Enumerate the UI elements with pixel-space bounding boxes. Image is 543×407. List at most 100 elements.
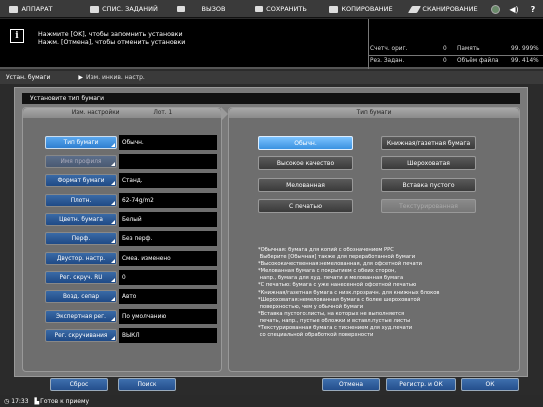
reserved-jobs-value: 0 <box>443 58 447 64</box>
machine-icon <box>9 5 19 13</box>
memory-value: 99. 999% <box>511 46 539 52</box>
corner-triangle-icon <box>111 201 115 205</box>
duplex-setting-button[interactable]: Двустор. настр. <box>45 252 117 265</box>
paper-type-button-label: Тип бумаги <box>63 139 99 146</box>
status-text: Готов к приему <box>40 397 90 405</box>
profile-name-button: Имя профиля <box>45 155 117 168</box>
paper-type-blank-insert-button[interactable]: Вставка пустого <box>381 178 476 192</box>
curl-adjust-ru-value: 0 <box>119 270 217 285</box>
divider <box>368 19 369 69</box>
scan-icon <box>408 5 422 13</box>
paper-type-header: Тип бумаги <box>229 108 519 118</box>
curl-adjust-value: ВЫКЛ <box>119 328 217 343</box>
reserved-jobs-label: Рез. Задан. <box>370 58 405 64</box>
corner-triangle-icon <box>111 239 115 243</box>
duplex-setting-button-label: Двустор. настр. <box>56 255 106 262</box>
breadcrumb-item-paper-setting[interactable]: Устан. бумаги <box>6 74 50 81</box>
corner-triangle-icon <box>111 143 115 147</box>
paper-type-coated-button[interactable]: Мелованная <box>258 178 353 192</box>
clock-icon: ◷ <box>4 397 10 405</box>
status-bar: ◷ 17:33 ▙ Готов к приему <box>0 395 543 407</box>
file-volume-value: 99. 414% <box>511 58 539 64</box>
curl-adjust-ru-button[interactable]: Рег. скруч. RU <box>45 271 117 284</box>
tray-label: Лот. 1 <box>153 110 173 116</box>
corner-triangle-icon <box>111 297 115 301</box>
help-button[interactable]: ? <box>526 0 540 18</box>
recall-icon <box>176 6 185 12</box>
curl-adjust-button-label: Рег. скручивания <box>54 332 108 339</box>
memory-label: Память <box>457 46 480 52</box>
paper-size-value: Станд. <box>119 173 217 188</box>
panel-title: Установите тип бумаги <box>22 93 520 104</box>
color-paper-value: Белый <box>119 212 217 227</box>
corner-triangle-icon <box>111 278 115 282</box>
expert-adjust-button[interactable]: Экспертная рег. <box>45 310 117 323</box>
chevron-right-icon: ▶ <box>78 74 83 81</box>
search-button[interactable]: Поиск <box>118 378 176 391</box>
status-light-icon <box>486 0 504 18</box>
tab-copy[interactable]: КОПИРОВАНИЕ <box>322 0 400 18</box>
paper-type-value: Обычн. <box>119 135 217 150</box>
divider <box>368 55 543 56</box>
register-ok-button[interactable]: Регистр. и ОК <box>386 378 456 391</box>
color-paper-button[interactable]: Цветн. бумага <box>45 213 117 226</box>
reset-button[interactable]: Сброс <box>50 378 108 391</box>
paper-type-description: *Обычная: бумага для копий с обозначение… <box>258 247 440 339</box>
punched-value: Без перф. <box>119 231 217 246</box>
paper-type-preprinted-button[interactable]: С печатью <box>258 199 353 213</box>
paper-type-rough-button[interactable]: Шероховатая <box>381 156 476 170</box>
paper-type-button[interactable]: Тип бумаги <box>45 136 117 149</box>
punched-button-label: Перф. <box>71 235 91 242</box>
settings-header-label: Изм. настройки <box>71 110 120 116</box>
weight-button-label: Плотн. <box>70 197 92 204</box>
corner-triangle-icon <box>111 162 115 166</box>
curl-adjust-ru-button-label: Рег. скруч. RU <box>59 274 103 281</box>
paper-type-high-quality-button[interactable]: Высокое качество <box>258 156 353 170</box>
corner-triangle-icon <box>111 317 115 321</box>
weight-button[interactable]: Плотн. <box>45 194 117 207</box>
duplex-setting-value: Смеа. изменено <box>119 251 217 266</box>
tab-scan[interactable]: СКАНИРОВАНИЕ <box>404 0 484 18</box>
info-icon: i <box>10 29 24 43</box>
current-settings-header: Изм. настройки Лот. 1 <box>23 108 221 118</box>
corner-triangle-icon <box>111 259 115 263</box>
air-separation-button-label: Возд. сепар <box>62 293 100 300</box>
top-toolbar: АППАРАТ СПИС. ЗАДАНИЙ ВЫЗОВ СОХРАНИТЬ КО… <box>0 0 543 18</box>
profile-name-value <box>119 154 217 169</box>
color-paper-button-label: Цветн. бумага <box>59 216 103 223</box>
tab-machine[interactable]: АППАРАТ <box>0 0 62 18</box>
curl-adjust-button[interactable]: Рег. скручивания <box>45 329 117 342</box>
breadcrumb: Устан. бумаги ▶ Изм. инкив. настр. <box>0 71 543 84</box>
expert-adjust-value: По умолчанию <box>119 309 217 324</box>
profile-name-button-label: Имя профиля <box>60 158 102 165</box>
paper-type-plain-button[interactable]: Обычн. <box>258 136 353 150</box>
cancel-button[interactable]: Отмена <box>322 378 380 391</box>
save-icon <box>255 6 264 12</box>
printer-icon: ▙ <box>34 397 40 405</box>
ok-button[interactable]: ОК <box>461 378 519 391</box>
paper-type-book-newspaper-button[interactable]: Книжная/газетная бумага <box>381 136 476 150</box>
copy-icon <box>329 5 339 13</box>
file-volume-label: Объём файла <box>457 58 499 64</box>
weight-value: 62-74g/m2 <box>119 193 217 208</box>
expert-adjust-button-label: Экспертная рег. <box>56 313 106 320</box>
tab-save[interactable]: СОХРАНИТЬ <box>246 0 316 18</box>
tab-job-list[interactable]: СПИС. ЗАДАНИЙ <box>84 0 164 18</box>
punched-button[interactable]: Перф. <box>45 232 117 245</box>
speaker-icon[interactable]: ◀) <box>506 0 522 18</box>
paper-size-button[interactable]: Формат бумаги <box>45 174 117 187</box>
corner-triangle-icon <box>111 181 115 185</box>
breadcrumb-item-current: Изм. инкив. настр. <box>86 74 145 81</box>
arrow-right-icon <box>221 107 228 121</box>
original-counter-value: 0 <box>443 46 447 52</box>
message-line-2: Нажм. [Отмена], чтобы отменить установки <box>38 39 186 46</box>
paper-size-button-label: Формат бумаги <box>57 177 105 184</box>
corner-triangle-icon <box>111 336 115 340</box>
message-line-1: Нажмите [OK], чтобы запомнить установки <box>38 31 183 38</box>
air-separation-button[interactable]: Возд. сепар <box>45 290 117 303</box>
status-time: 17:33 <box>11 397 29 405</box>
paper-type-textured-button: Текстурированная <box>381 199 476 213</box>
tab-recall[interactable]: ВЫЗОВ <box>166 0 236 18</box>
screen: АППАРАТ СПИС. ЗАДАНИЙ ВЫЗОВ СОХРАНИТЬ КО… <box>0 0 543 407</box>
air-separation-value: Авто <box>119 289 217 304</box>
